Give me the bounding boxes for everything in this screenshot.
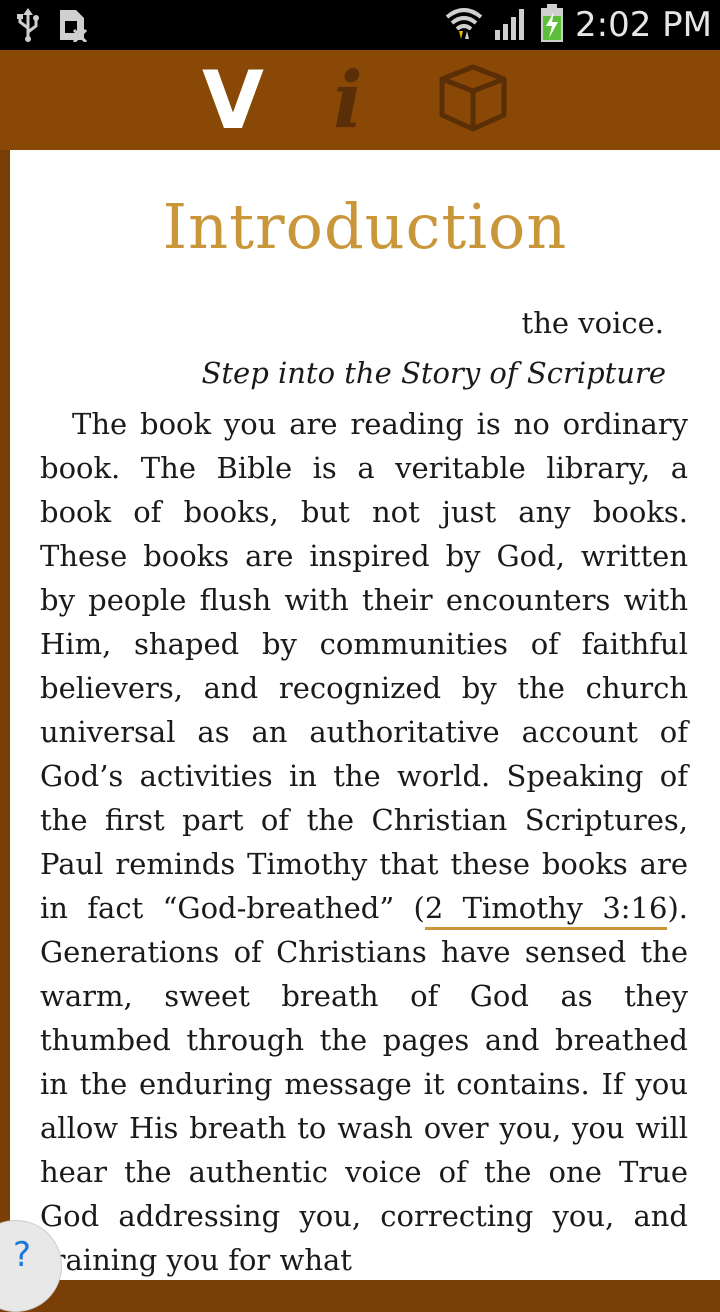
info-tool-button[interactable]: i: [318, 50, 378, 150]
body-text-before: The book you are reading is no ordinary …: [40, 407, 688, 925]
scripture-reference-link[interactable]: 2 Timothy 3:16: [424, 891, 668, 930]
battery-charging-icon: [539, 4, 565, 46]
question-mark-icon: ?: [13, 1235, 32, 1275]
epigraph-line: the voice.: [521, 306, 664, 340]
signal-icon: [493, 6, 529, 44]
body-text-after: ). Generations of Christians have sensed…: [40, 891, 688, 1277]
usb-icon: [14, 8, 42, 46]
toolbar: V i: [0, 50, 720, 150]
reading-page[interactable]: Introduction the voice. Step into the St…: [10, 150, 720, 1280]
resources-tool-button[interactable]: [436, 50, 510, 150]
status-time: 2:02 PM: [575, 5, 712, 45]
sim-card-icon: [58, 8, 88, 46]
verse-tool-button[interactable]: V: [196, 50, 270, 150]
wifi-icon: [445, 5, 483, 45]
page-title: Introduction: [162, 190, 568, 263]
body-paragraph: The book you are reading is no ordinary …: [40, 402, 688, 1280]
status-bar: 2:02 PM: [0, 0, 720, 50]
section-subtitle: Step into the Story of Scripture: [201, 356, 666, 390]
cube-icon: [438, 63, 508, 137]
